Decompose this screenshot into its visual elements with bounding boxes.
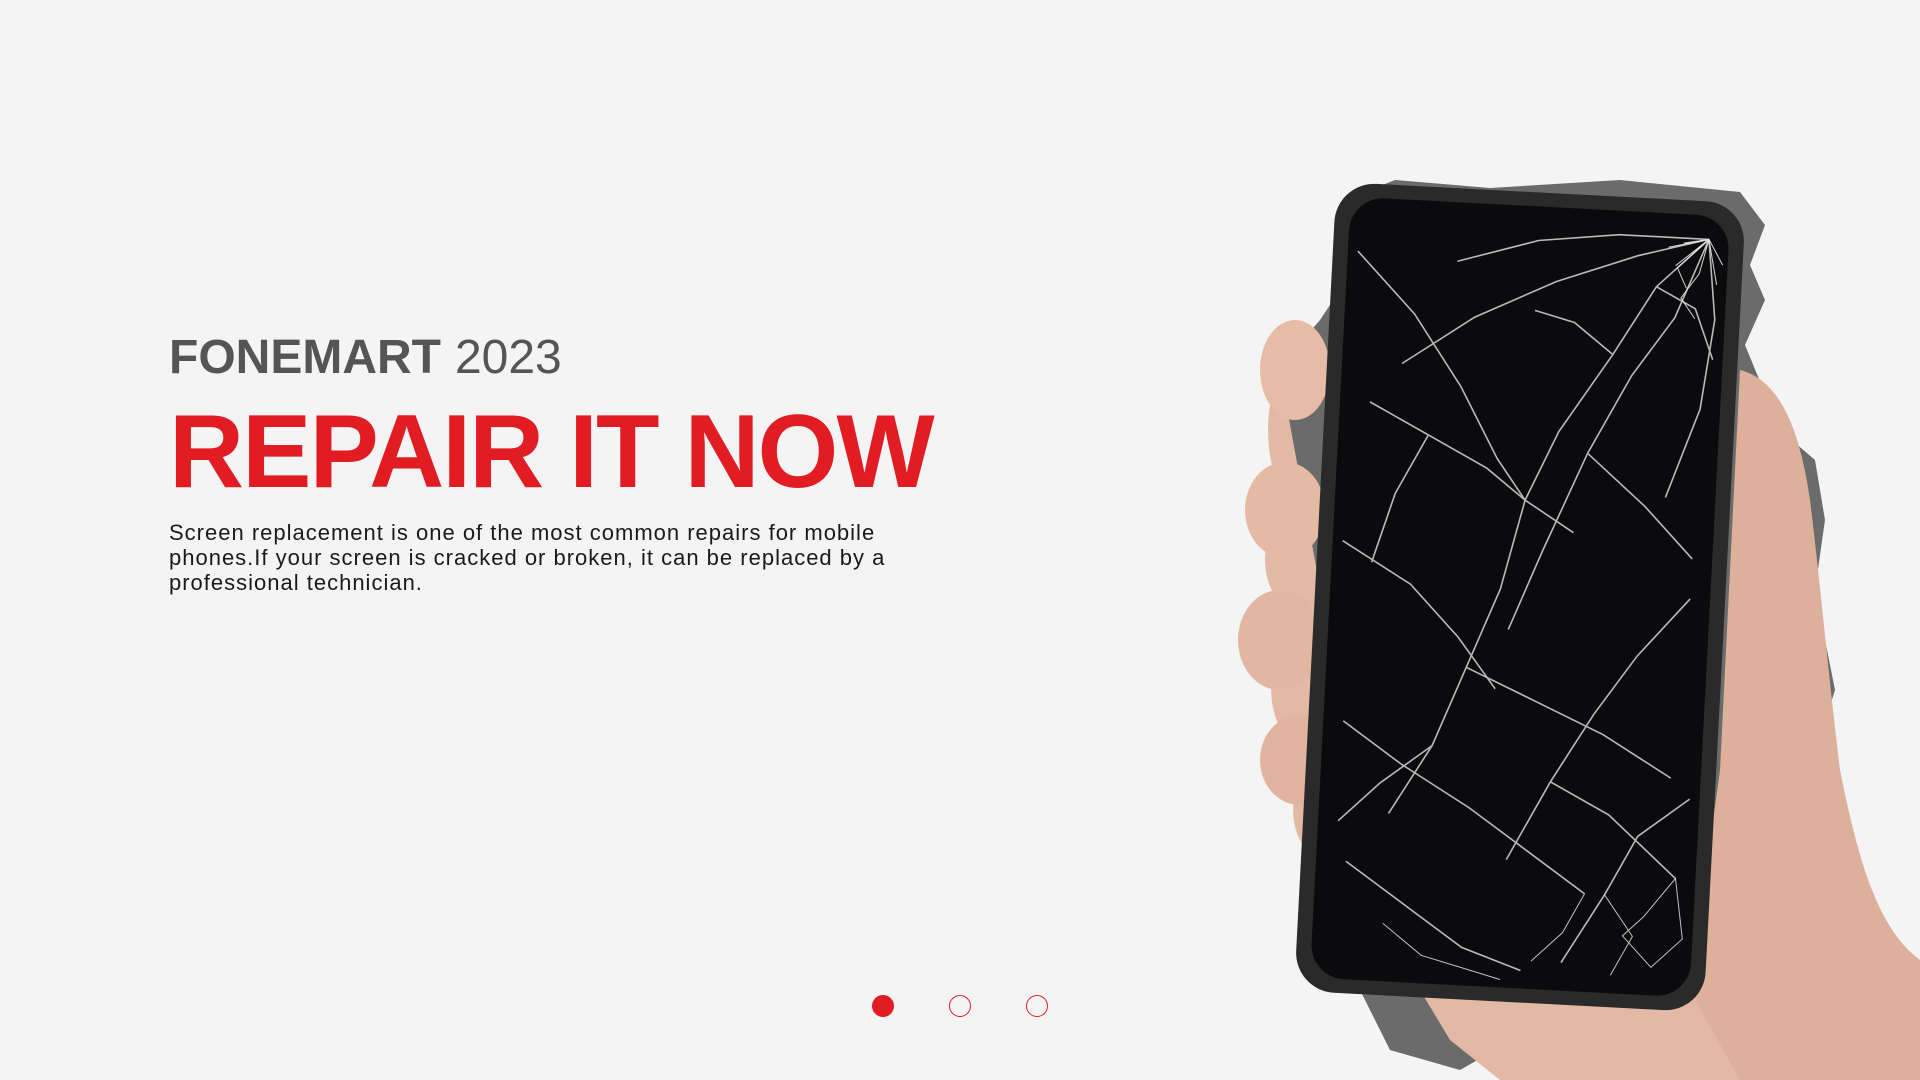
carousel-dot-3[interactable] bbox=[1026, 995, 1048, 1017]
kicker: FONEMART 2023 bbox=[169, 328, 909, 388]
description: Screen replacement is one of the most co… bbox=[169, 520, 886, 595]
carousel-dots bbox=[872, 995, 1048, 1017]
finger-1 bbox=[1260, 320, 1330, 420]
carousel-dot-1[interactable] bbox=[872, 995, 894, 1017]
headline: REPAIR IT NOW bbox=[169, 394, 935, 510]
carousel-dot-2[interactable] bbox=[949, 995, 971, 1017]
cracked-phone-in-hand-image bbox=[1220, 170, 1920, 1080]
hero-slide: FONEMART 2023 REPAIR IT NOW Screen replac… bbox=[0, 0, 1920, 1080]
finger-2 bbox=[1245, 462, 1325, 558]
kicker-brand: FONEMART bbox=[169, 331, 441, 384]
hero-text-block: FONEMART 2023 REPAIR IT NOW Screen replac… bbox=[169, 328, 935, 595]
phone-screen bbox=[1311, 198, 1729, 996]
finger-3 bbox=[1238, 590, 1322, 690]
kicker-year: 2023 bbox=[454, 331, 562, 384]
